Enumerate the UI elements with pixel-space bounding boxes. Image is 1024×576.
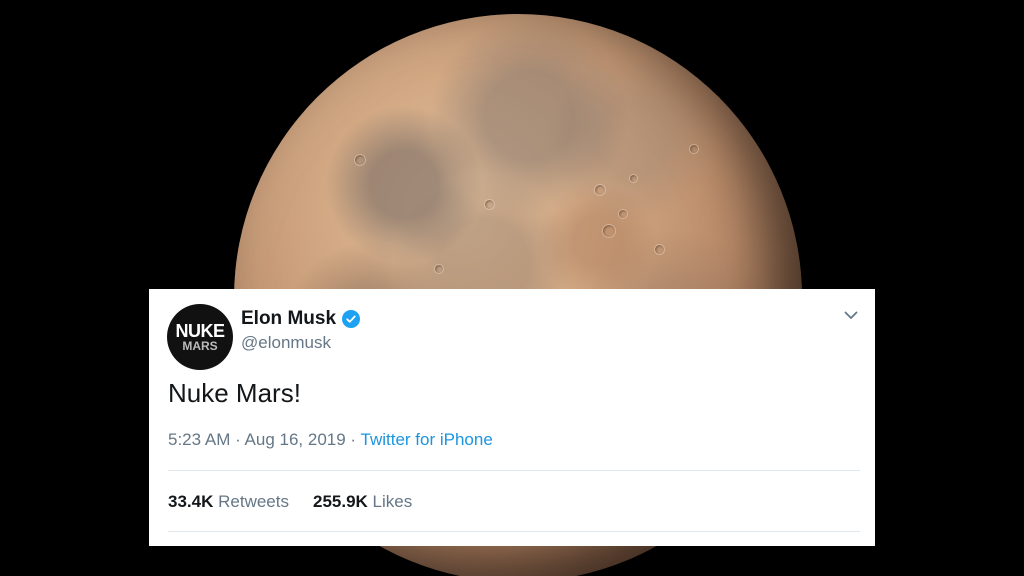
tweet-stats: 33.4K Retweets 255.9K Likes [168,492,436,512]
avatar-text-mars: MARS [182,338,218,353]
author-display-name[interactable]: Elon Musk [241,308,336,330]
crater [434,264,444,274]
crater [689,144,699,154]
avatar[interactable]: NUKE MARS [167,304,233,370]
divider [168,470,860,471]
likes-stat[interactable]: 255.9K Likes [313,492,412,512]
crater [484,199,495,210]
retweets-count: 33.4K [168,492,214,511]
checkmark-icon [346,315,356,323]
meta-separator: · [345,430,361,449]
crater [654,244,665,255]
tweet-source-link[interactable]: Twitter for iPhone [361,430,493,449]
screenshot-canvas: NUKE MARS Elon Musk @elonmusk Nuke Mars!… [0,0,1024,576]
crater [629,174,638,183]
crater [354,154,366,166]
likes-label: Likes [372,492,413,511]
author-handle[interactable]: @elonmusk [241,333,331,353]
tweet-card[interactable]: NUKE MARS Elon Musk @elonmusk Nuke Mars!… [149,289,875,546]
tweet-time[interactable]: 5:23 AM [168,430,230,449]
likes-count: 255.9K [312,492,368,511]
tweet-text: Nuke Mars! [168,378,301,408]
crater [618,209,628,219]
retweets-stat[interactable]: 33.4K Retweets [168,492,289,512]
tweet-date[interactable]: Aug 16, 2019 [245,430,346,449]
divider [168,531,860,532]
crater [594,184,606,196]
retweets-label: Retweets [218,492,289,511]
chevron-down-icon[interactable] [841,305,861,325]
tweet-metadata: 5:23 AM · Aug 16, 2019 · Twitter for iPh… [168,430,493,450]
crater [602,224,616,238]
verified-badge-icon [342,310,361,328]
avatar-text-nuke: NUKE [175,320,225,341]
meta-separator: · [230,430,245,449]
author-name-row: Elon Musk [241,308,361,330]
